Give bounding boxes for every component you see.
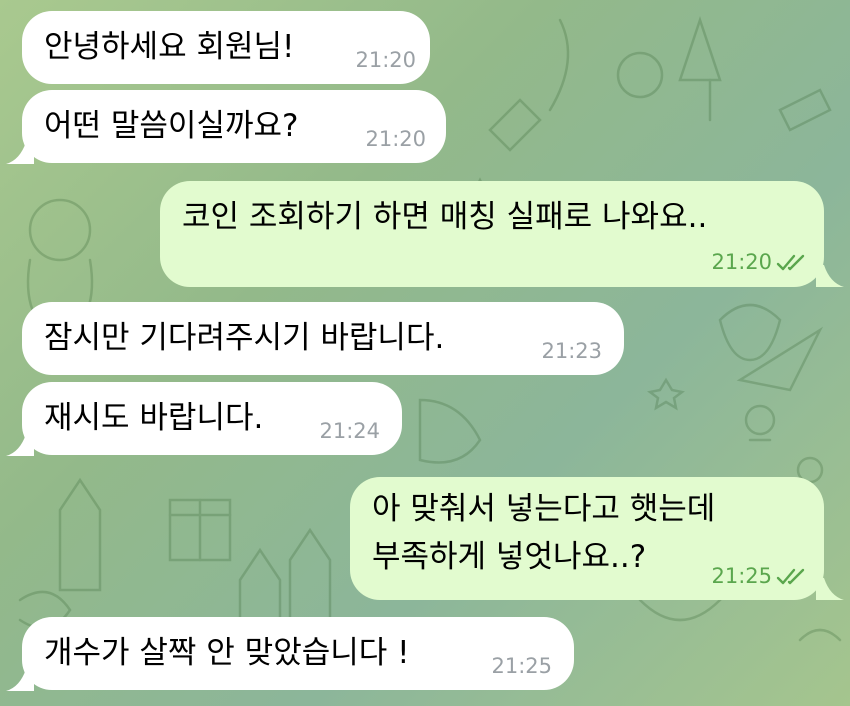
message-text: 잠시만 기다려주시기 바랍니다. (44, 320, 445, 356)
message-time: 21:20 (355, 48, 416, 72)
message-bubble-incoming[interactable]: 개수가 살짝 안 맞았습니다 ! 21:25 (22, 617, 574, 690)
message-bubble-outgoing[interactable]: 코인 조회하기 하면 매칭 실패로 나와요.. 21:20 (160, 181, 824, 287)
message-bubble-incoming[interactable]: 어떤 말씀이실까요? 21:20 (22, 90, 446, 163)
message-time: 21:20 (711, 249, 808, 275)
message-time: 21:20 (365, 127, 426, 151)
message-time: 21:24 (319, 419, 380, 443)
chat-background: 안녕하세요 회원님! 21:20 어떤 말씀이실까요? 21:20 코인 조회하… (0, 0, 850, 706)
message-text: 어떤 말씀이실까요? (44, 108, 299, 144)
message-bubble-incoming[interactable]: 안녕하세요 회원님! 21:20 (22, 11, 430, 84)
message-text: 안녕하세요 회원님! (44, 29, 295, 65)
double-check-icon (776, 568, 805, 585)
message-bubble-outgoing[interactable]: 아 맞춰서 넣는다고 햇는데 부족하게 넣엇나요..? 21:25 (350, 477, 824, 600)
message-time: 21:25 (491, 654, 552, 678)
message-time-label: 21:25 (711, 564, 772, 588)
message-time: 21:23 (541, 339, 602, 363)
message-bubble-incoming[interactable]: 재시도 바랍니다. 21:24 (22, 382, 402, 455)
bubble-tail (6, 140, 34, 164)
bubble-tail (6, 667, 34, 691)
bubble-tail (816, 263, 844, 287)
message-text: 코인 조회하기 하면 매칭 실패로 나와요.. (182, 199, 708, 235)
bubble-tail (6, 432, 34, 456)
double-check-icon (776, 254, 805, 271)
message-text: 재시도 바랍니다. (44, 400, 264, 436)
message-text-line: 아 맞춰서 넣는다고 햇는데 (372, 491, 716, 527)
message-text: 개수가 살짝 안 맞았습니다 ! (44, 635, 410, 671)
message-bubble-incoming[interactable]: 잠시만 기다려주시기 바랍니다. 21:23 (22, 302, 624, 375)
message-time-label: 21:20 (711, 250, 772, 274)
message-time: 21:25 (711, 563, 808, 589)
message-text-line: 부족하게 넣엇나요..? (372, 539, 647, 575)
bubble-tail (816, 576, 844, 600)
